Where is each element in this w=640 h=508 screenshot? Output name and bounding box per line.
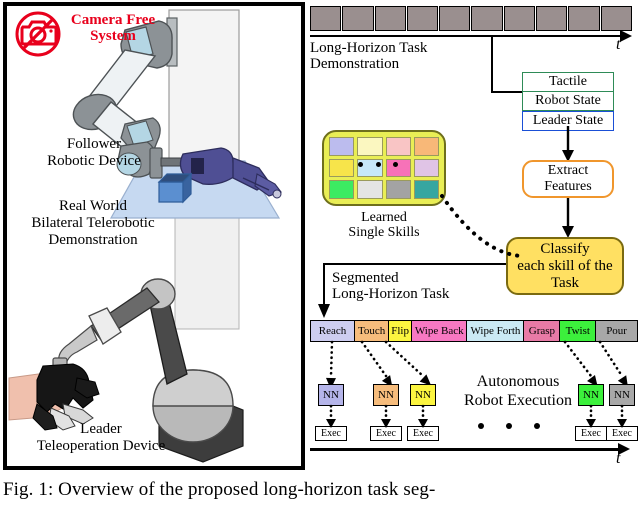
nn-to-exec-arrow	[381, 404, 391, 428]
nn-to-exec-arrow	[326, 404, 336, 428]
camera-prohibited-icon	[15, 11, 61, 57]
leader-teleoperation-device-label: Leader Teleoperation Device	[17, 421, 185, 455]
figure-caption: Fig. 1: Overview of the proposed long-ho…	[3, 479, 436, 500]
follower-robotic-device-label: Follower Robotic Device	[19, 136, 169, 170]
execution-axis-line	[310, 448, 622, 451]
right-panel-pipeline: t Long-Horizon Task Demonstration Tactil…	[310, 2, 638, 470]
follower-line2: Robotic Device	[47, 153, 141, 169]
camera-free-system-label: Camera Free System	[65, 12, 161, 44]
real-world-demonstration-label: Real World Bilateral Telerobotic Demonst…	[13, 198, 173, 249]
nn-box: NN	[318, 384, 344, 406]
autonomous-robot-execution-label: Autonomous Robot Execution	[448, 372, 588, 410]
exec-dot	[478, 423, 484, 429]
camera-free-line2: System	[90, 28, 136, 44]
follower-line1: Follower	[66, 136, 122, 152]
leader-line2: Teleoperation Device	[36, 438, 166, 454]
figure-container: Camera Free System Follower Robotic Devi…	[0, 0, 640, 508]
nn-to-exec-arrow	[418, 404, 428, 428]
realworld-line1: Real World	[58, 198, 128, 214]
exec-dot	[506, 423, 512, 429]
realworld-line2: Bilateral Telerobotic	[31, 215, 155, 231]
realworld-line3: Demonstration	[48, 232, 138, 248]
leader-line1: Leader	[80, 421, 122, 437]
nn-box: NN	[410, 384, 436, 406]
camera-free-line1: Camera Free	[70, 12, 156, 28]
left-panel-real-world-demonstration: Camera Free System Follower Robotic Devi…	[3, 2, 305, 470]
nn-box: NN	[373, 384, 399, 406]
auto-line1: Autonomous	[476, 373, 560, 390]
nn-to-exec-arrow	[617, 404, 627, 428]
nn-box: NN	[609, 384, 635, 406]
auto-line2: Robot Execution	[464, 392, 572, 409]
exec-dot	[534, 423, 540, 429]
execution-t-label: t	[616, 450, 621, 467]
execution-ellipsis-dots	[478, 422, 540, 430]
